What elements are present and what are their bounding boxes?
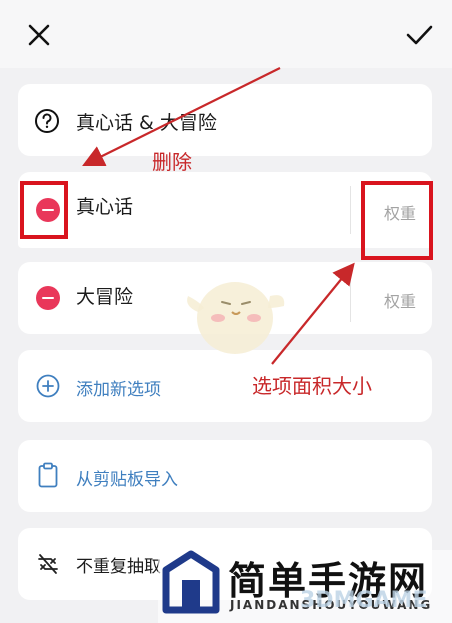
import-clipboard-button[interactable]: 从剪贴板导入 [18,440,432,512]
option-label[interactable]: 大冒险 [76,282,133,309]
title-text: 真心话 & 大冒险 [76,112,217,134]
check-icon [406,25,433,45]
question-circle-icon [35,109,59,133]
plus-circle-icon [36,374,60,398]
watermark-brand: 3DMGAME [300,588,428,613]
annotation-area-label: 选项面积大小 [252,374,372,398]
annotation-weight-box [361,181,433,260]
add-option-label: 添加新选项 [76,380,161,400]
close-button[interactable] [24,20,54,50]
top-bar [0,0,452,68]
confirm-button[interactable] [404,20,434,50]
delete-option-button[interactable] [36,286,60,310]
import-clipboard-label: 从剪贴板导入 [76,470,178,490]
clipboard-icon [38,462,58,488]
divider [350,186,351,234]
title-card[interactable]: 真心话 & 大冒险 [18,84,432,156]
divider [350,274,351,322]
option-weight[interactable]: 权重 [384,288,416,312]
no-repeat-label: 不重复抽取 [76,557,161,577]
annotation-delete-label: 删除 [152,150,192,174]
annotation-delete-box [20,181,68,239]
close-icon [28,24,50,46]
shuffle-off-icon [38,554,58,574]
site-logo-icon [162,550,220,614]
option-label[interactable]: 真心话 [76,192,133,219]
mascot-image [187,282,285,354]
